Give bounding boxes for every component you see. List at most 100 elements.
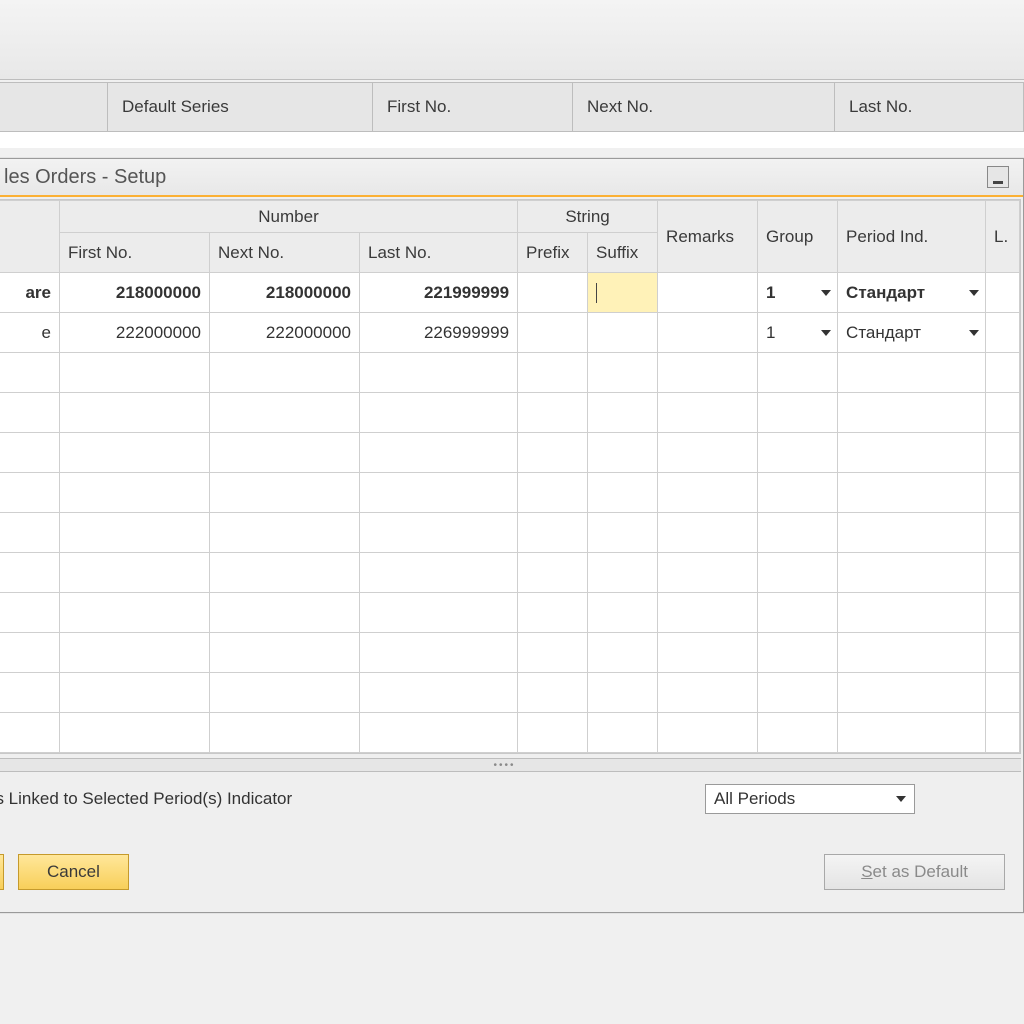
cell-last-no[interactable]: 226999999 (360, 313, 518, 353)
cell-last[interactable] (986, 513, 1020, 553)
col-group-string[interactable]: String (518, 201, 658, 233)
cell-remarks[interactable] (658, 433, 758, 473)
cell-group[interactable] (758, 633, 838, 673)
set-as-default-button[interactable]: Set as Default (824, 854, 1005, 890)
col-name[interactable] (0, 201, 60, 273)
cell-prefix[interactable] (518, 633, 588, 673)
cancel-button[interactable]: Cancel (18, 854, 129, 890)
cell-first-no[interactable] (60, 633, 210, 673)
cell-group[interactable]: 1 (758, 273, 838, 313)
cell-first-no[interactable] (60, 593, 210, 633)
cell-prefix[interactable] (518, 673, 588, 713)
cell-next-no[interactable] (210, 553, 360, 593)
cell-group[interactable] (758, 393, 838, 433)
dialog-titlebar[interactable]: les Orders - Setup (0, 159, 1023, 197)
cell-name[interactable]: e (0, 313, 60, 353)
cell-next-no[interactable]: 222000000 (210, 313, 360, 353)
cell-last[interactable] (986, 313, 1020, 353)
cell-name[interactable] (0, 593, 60, 633)
cell-last-no[interactable] (360, 633, 518, 673)
cell-suffix[interactable] (588, 673, 658, 713)
period-filter-select[interactable]: All Periods (705, 784, 915, 814)
col-period-ind[interactable]: Period Ind. (838, 201, 986, 273)
col-group[interactable]: Group (758, 201, 838, 273)
cell-last[interactable] (986, 353, 1020, 393)
cell-name[interactable] (0, 633, 60, 673)
cell-first-no[interactable] (60, 473, 210, 513)
cell-suffix[interactable] (588, 273, 658, 313)
cell-name[interactable]: are (0, 273, 60, 313)
cell-last-no[interactable] (360, 353, 518, 393)
cell-remarks[interactable] (658, 553, 758, 593)
cell-suffix[interactable] (588, 393, 658, 433)
cell-last[interactable] (986, 553, 1020, 593)
cell-last[interactable] (986, 433, 1020, 473)
cell-suffix[interactable] (588, 313, 658, 353)
col-last-no[interactable]: Last No. (360, 233, 518, 273)
cell-next-no[interactable] (210, 633, 360, 673)
cell-next-no[interactable]: 218000000 (210, 273, 360, 313)
cell-remarks[interactable] (658, 393, 758, 433)
cell-remarks[interactable] (658, 353, 758, 393)
cell-prefix[interactable] (518, 473, 588, 513)
cell-last-no[interactable]: 221999999 (360, 273, 518, 313)
cell-period-ind[interactable]: Стандарт (838, 273, 986, 313)
col-prefix[interactable]: Prefix (518, 233, 588, 273)
cell-last-no[interactable] (360, 593, 518, 633)
col-next-no[interactable]: Next No. (210, 233, 360, 273)
cell-last[interactable] (986, 593, 1020, 633)
cell-group[interactable] (758, 553, 838, 593)
cell-name[interactable] (0, 553, 60, 593)
cell-first-no[interactable] (60, 393, 210, 433)
cell-first-no[interactable] (60, 433, 210, 473)
cell-last-no[interactable] (360, 553, 518, 593)
cell-first-no[interactable] (60, 513, 210, 553)
cell-name[interactable] (0, 393, 60, 433)
cell-last[interactable] (986, 673, 1020, 713)
cell-prefix[interactable] (518, 593, 588, 633)
ok-button[interactable] (0, 854, 4, 890)
cell-remarks[interactable] (658, 473, 758, 513)
cell-period-ind[interactable] (838, 633, 986, 673)
cell-next-no[interactable] (210, 433, 360, 473)
col-default-series[interactable]: Default Series (108, 83, 373, 131)
cell-period-ind[interactable] (838, 673, 986, 713)
col-suffix[interactable]: Suffix (588, 233, 658, 273)
cell-next-no[interactable] (210, 393, 360, 433)
cell-name[interactable] (0, 673, 60, 713)
cell-last[interactable] (986, 273, 1020, 313)
cell-remarks[interactable] (658, 673, 758, 713)
cell-suffix[interactable] (588, 433, 658, 473)
cell-period-ind[interactable] (838, 393, 986, 433)
minimize-button[interactable] (987, 166, 1009, 188)
cell-group[interactable] (758, 473, 838, 513)
cell-name[interactable] (0, 353, 60, 393)
cell-period-ind[interactable] (838, 433, 986, 473)
cell-next-no[interactable] (210, 513, 360, 553)
cell-prefix[interactable] (518, 393, 588, 433)
cell-name[interactable] (0, 713, 60, 753)
cell-first-no[interactable] (60, 673, 210, 713)
cell-suffix[interactable] (588, 473, 658, 513)
cell-group[interactable]: 1 (758, 313, 838, 353)
cell-name[interactable] (0, 433, 60, 473)
cell-group[interactable] (758, 713, 838, 753)
cell-last-no[interactable] (360, 473, 518, 513)
table-row[interactable] (0, 593, 1020, 633)
cell-suffix[interactable] (588, 513, 658, 553)
cell-suffix[interactable] (588, 713, 658, 753)
cell-period-ind[interactable] (838, 553, 986, 593)
table-row[interactable]: e2220000002220000002269999991Стандарт (0, 313, 1020, 353)
table-row[interactable] (0, 633, 1020, 673)
cell-first-no[interactable] (60, 353, 210, 393)
cell-last-no[interactable] (360, 433, 518, 473)
cell-suffix[interactable] (588, 633, 658, 673)
cell-first-no[interactable]: 218000000 (60, 273, 210, 313)
cell-remarks[interactable] (658, 633, 758, 673)
cell-next-no[interactable] (210, 353, 360, 393)
cell-prefix[interactable] (518, 713, 588, 753)
cell-suffix[interactable] (588, 353, 658, 393)
col-first-no[interactable]: First No. (373, 83, 573, 131)
cell-period-ind[interactable] (838, 513, 986, 553)
cell-last-no[interactable] (360, 513, 518, 553)
